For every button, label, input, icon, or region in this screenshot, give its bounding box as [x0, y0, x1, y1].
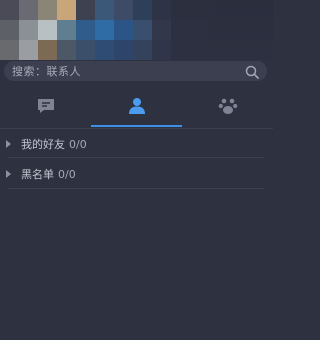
mosaic-tile — [19, 20, 38, 40]
group-count: 0/0 — [58, 167, 76, 181]
mosaic-tile — [152, 0, 171, 20]
mosaic-tile — [76, 0, 95, 20]
group-name: 黑名单 — [21, 168, 54, 181]
mosaic-tile — [171, 40, 190, 60]
mosaic-tile — [38, 20, 57, 40]
group-name: 我的好友 — [21, 138, 65, 151]
expand-arrow-icon — [6, 170, 11, 178]
mosaic-tile — [57, 40, 76, 60]
contacts-panel: 搜索：联系人 我的好友 0/0 黑名单 0/0 — [0, 0, 273, 340]
mosaic-tile — [95, 0, 114, 20]
tab-messages[interactable] — [0, 88, 91, 128]
mosaic-tile — [171, 20, 190, 40]
mosaic-tile — [152, 40, 171, 60]
search-icon[interactable] — [245, 64, 259, 79]
banner-image — [0, 0, 209, 60]
search-input[interactable]: 搜索：联系人 — [4, 61, 267, 81]
mosaic-tile — [152, 20, 171, 40]
mosaic-tile — [19, 40, 38, 60]
tab-groups[interactable] — [182, 88, 273, 128]
group-count: 0/0 — [69, 137, 87, 151]
search-placeholder: 搜索：联系人 — [12, 65, 81, 78]
mosaic-tile — [114, 40, 133, 60]
tab-contacts[interactable] — [91, 88, 182, 128]
mosaic-tile — [57, 20, 76, 40]
mosaic-tile — [133, 0, 152, 20]
group-friends[interactable]: 我的好友 0/0 — [0, 129, 273, 159]
mosaic-tile — [95, 20, 114, 40]
mosaic-tile — [114, 20, 133, 40]
mosaic-tile — [0, 20, 19, 40]
mosaic-tile — [133, 40, 152, 60]
mosaic-tile — [114, 0, 133, 20]
group-divider — [8, 188, 264, 189]
mosaic-tile — [76, 40, 95, 60]
tab-bar — [0, 88, 273, 128]
mosaic-tile — [38, 40, 57, 60]
mosaic-tile — [95, 40, 114, 60]
mosaic-tile — [76, 20, 95, 40]
mosaic-tile — [171, 0, 190, 20]
mosaic-tile — [133, 20, 152, 40]
chat-icon — [36, 97, 56, 119]
profile-banner — [0, 0, 273, 60]
contact-icon — [127, 96, 147, 120]
paw-icon — [218, 97, 238, 119]
mosaic-tile — [190, 20, 209, 40]
expand-arrow-icon — [6, 140, 11, 148]
mosaic-tile — [0, 40, 19, 60]
mosaic-tile — [0, 0, 19, 20]
mosaic-tile — [190, 40, 209, 60]
mosaic-tile — [190, 0, 209, 20]
mosaic-tile — [19, 0, 38, 20]
mosaic-tile — [57, 0, 76, 20]
group-divider — [8, 157, 264, 158]
group-blacklist[interactable]: 黑名单 0/0 — [0, 159, 273, 189]
mosaic-tile — [38, 0, 57, 20]
